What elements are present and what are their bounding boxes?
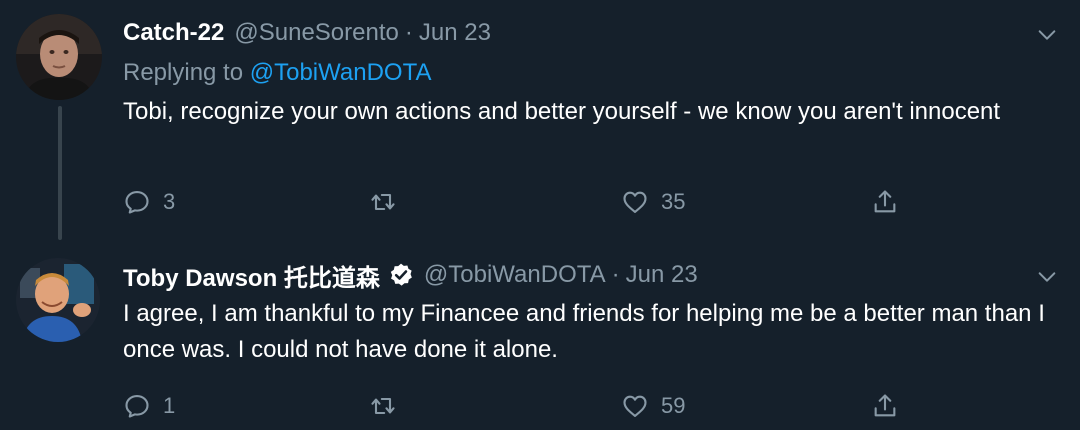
like-button[interactable]: 35: [621, 186, 685, 218]
like-count: 35: [661, 189, 686, 214]
separator-dot: ·: [404, 19, 413, 46]
chevron-down-icon[interactable]: [1034, 22, 1060, 48]
tweet-content: Toby Dawson 托比道森 @TobiWanDOTA · Jun 23 I…: [123, 258, 1060, 368]
heart-icon: [623, 191, 647, 213]
share-button[interactable]: [871, 390, 899, 422]
separator-dot: ·: [611, 261, 620, 288]
user-handle[interactable]: @TobiWanDOTA: [424, 261, 606, 289]
retweet-icon: [371, 193, 395, 211]
tweet-catch22[interactable]: Catch-22 @SuneSorento · Jun 23 Replying …: [0, 0, 1080, 240]
thread-connector-line: [58, 106, 62, 240]
tweet-actions: 3 35: [123, 186, 923, 218]
share-icon: [874, 394, 896, 417]
tweet-header: Catch-22 @SuneSorento · Jun 23: [123, 16, 1060, 50]
like-button[interactable]: 59: [621, 390, 685, 422]
reply-button[interactable]: 3: [123, 186, 175, 218]
reply-count: 3: [163, 189, 176, 214]
like-count: 59: [661, 393, 686, 418]
avatar[interactable]: [16, 258, 100, 342]
tweet-date[interactable]: Jun 23: [626, 261, 698, 289]
replying-to: Replying to @TobiWanDOTA: [123, 58, 1060, 88]
tweet-content: Catch-22 @SuneSorento · Jun 23 Replying …: [123, 16, 1060, 130]
share-button[interactable]: [871, 186, 899, 218]
display-name[interactable]: Toby Dawson 托比道森: [123, 258, 380, 293]
verified-badge-icon: [388, 262, 414, 288]
reply-count: 1: [163, 393, 176, 418]
retweet-icon: [371, 397, 395, 415]
tweet-date[interactable]: Jun 23: [419, 19, 491, 47]
reply-icon: [125, 395, 149, 418]
tweet-actions: 1 59: [123, 390, 923, 422]
tweet-toby-dawson[interactable]: Toby Dawson 托比道森 @TobiWanDOTA · Jun 23 I…: [0, 240, 1080, 430]
retweet-button[interactable]: [369, 186, 409, 218]
chevron-down-icon[interactable]: [1034, 264, 1060, 290]
display-name[interactable]: Catch-22: [123, 19, 224, 47]
tweet-text: I agree, I am thankful to my Financee an…: [123, 300, 1045, 363]
reply-button[interactable]: 1: [123, 390, 175, 422]
share-icon: [874, 190, 896, 213]
tweet-text: Tobi, recognize your own actions and bet…: [123, 98, 1001, 125]
heart-icon: [623, 395, 647, 417]
tweet-header: Toby Dawson 托比道森 @TobiWanDOTA · Jun 23: [123, 258, 1060, 292]
retweet-button[interactable]: [369, 390, 409, 422]
replying-to-label: Replying to: [123, 59, 244, 86]
reply-icon: [125, 191, 149, 214]
replying-to-handle-link[interactable]: @TobiWanDOTA: [250, 59, 432, 86]
user-handle[interactable]: @SuneSorento: [234, 19, 398, 47]
tweet-thread: Catch-22 @SuneSorento · Jun 23 Replying …: [0, 0, 1080, 430]
avatar[interactable]: [16, 14, 102, 100]
